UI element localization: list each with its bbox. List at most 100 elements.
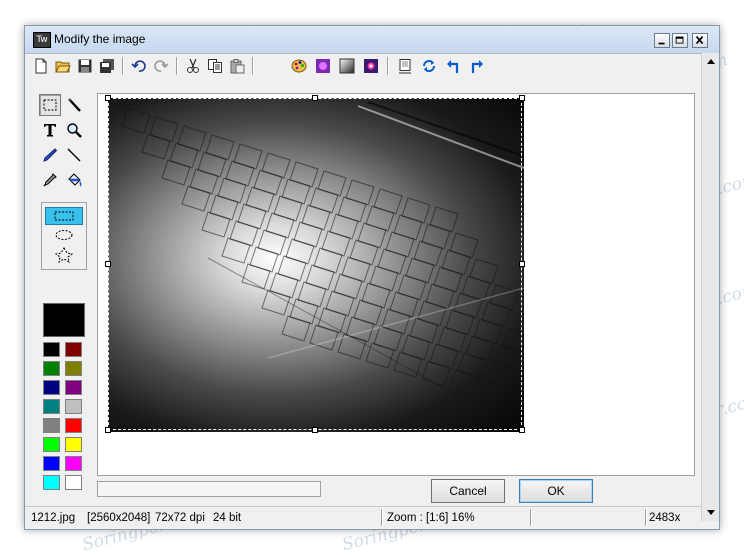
status-filename: 1212.jpg	[31, 512, 76, 524]
shape-ellipse-option[interactable]	[45, 226, 83, 244]
resize-handle[interactable]	[105, 95, 111, 101]
rotate-left-icon	[447, 60, 459, 73]
ellipse-shape-icon	[55, 230, 73, 240]
minimize-button[interactable]	[654, 33, 670, 48]
palette-button[interactable]	[289, 56, 309, 76]
cut-icon	[187, 58, 199, 73]
palette-icon	[291, 59, 307, 73]
rotate-left-button[interactable]	[443, 56, 463, 76]
colorize-button[interactable]	[361, 56, 381, 76]
color-swatch[interactable]	[43, 475, 60, 490]
effects-button[interactable]	[313, 56, 333, 76]
fill-bucket-icon	[68, 173, 82, 187]
scroll-up-button[interactable]	[702, 53, 719, 70]
eyedropper-icon	[43, 173, 57, 187]
selection-rectangle[interactable]	[108, 98, 522, 430]
ok-button[interactable]: OK	[519, 479, 593, 503]
window-title: Modify the image	[54, 32, 146, 46]
line-icon	[67, 148, 81, 162]
color-swatch[interactable]	[65, 437, 82, 452]
save-button[interactable]	[75, 56, 95, 76]
scroll-down-button[interactable]	[702, 504, 719, 521]
pencil-tool[interactable]	[39, 144, 61, 166]
modify-image-window: Tw Modify the image Cancel OK 1212.jpg […	[24, 25, 720, 530]
status-dpi: 72x72 dpi	[155, 512, 205, 524]
rect-select-tool[interactable]	[39, 94, 61, 116]
resize-icon	[399, 59, 411, 74]
line-tool[interactable]	[63, 144, 85, 166]
zoom-tool[interactable]	[63, 119, 85, 141]
status-dimensions: [2560x2048]	[87, 512, 151, 524]
effects-icon	[316, 59, 330, 73]
maximize-button[interactable]	[672, 33, 688, 48]
resize-button[interactable]	[395, 56, 415, 76]
resize-handle[interactable]	[105, 261, 111, 267]
vertical-scrollbar[interactable]	[701, 53, 719, 521]
app-icon: Tw	[33, 32, 51, 48]
close-button[interactable]	[692, 33, 708, 48]
resize-handle[interactable]	[105, 427, 111, 433]
open-button[interactable]	[53, 56, 73, 76]
color-swatch[interactable]	[43, 399, 60, 414]
arrow-down-icon	[706, 510, 715, 515]
color-swatch[interactable]	[43, 437, 60, 452]
cancel-button[interactable]: Cancel	[431, 479, 505, 503]
pencil-icon	[43, 148, 58, 162]
resize-handle[interactable]	[519, 261, 525, 267]
status-bar: 1212.jpg [2560x2048] 72x72 dpi 24 bit Zo…	[25, 506, 701, 529]
text-tool[interactable]	[39, 119, 61, 141]
color-swatch[interactable]	[43, 456, 60, 471]
color-swatch[interactable]	[65, 475, 82, 490]
current-color[interactable]	[43, 303, 85, 337]
shape-freeform-option[interactable]	[45, 246, 83, 264]
freeform-shape-icon	[54, 247, 74, 263]
new-button[interactable]	[31, 56, 51, 76]
color-swatch[interactable]	[65, 399, 82, 414]
color-swatch[interactable]	[65, 380, 82, 395]
rotate-right-icon	[471, 60, 483, 73]
open-folder-icon	[55, 61, 71, 73]
shape-rectangle-option[interactable]	[45, 207, 83, 225]
zoom-icon	[67, 123, 82, 138]
color-swatch[interactable]	[43, 380, 60, 395]
title-bar[interactable]: Tw Modify the image	[25, 26, 719, 54]
undo-icon	[131, 60, 146, 72]
rotate-right-button[interactable]	[467, 56, 487, 76]
color-swatch[interactable]	[65, 342, 82, 357]
save-all-button[interactable]	[97, 56, 117, 76]
color-swatch[interactable]	[65, 361, 82, 376]
copy-button[interactable]	[205, 56, 225, 76]
rotate-icon	[423, 60, 435, 72]
rotate-button[interactable]	[419, 56, 439, 76]
color-swatch[interactable]	[43, 361, 60, 376]
cut-button[interactable]	[183, 56, 203, 76]
resize-handle[interactable]	[312, 427, 318, 433]
resize-handle[interactable]	[519, 427, 525, 433]
eyedropper-tool[interactable]	[39, 169, 61, 191]
resize-handle[interactable]	[519, 95, 525, 101]
undo-button[interactable]	[129, 56, 149, 76]
arrow-up-icon	[706, 59, 715, 64]
paste-button[interactable]	[227, 56, 247, 76]
brush-tool[interactable]	[63, 94, 85, 116]
image-canvas[interactable]	[97, 93, 695, 476]
fill-bucket-tool[interactable]	[63, 169, 85, 191]
rectangle-shape-icon	[54, 211, 74, 221]
pencil-thin-icon	[68, 98, 81, 112]
shape-options-panel	[41, 202, 87, 270]
color-swatch[interactable]	[65, 418, 82, 433]
save-icon	[78, 59, 92, 73]
redo-button[interactable]	[151, 56, 171, 76]
resize-handle[interactable]	[312, 95, 318, 101]
toolbox	[35, 92, 87, 490]
grayscale-button[interactable]	[337, 56, 357, 76]
colorize-icon	[364, 59, 378, 73]
color-swatch[interactable]	[43, 418, 60, 433]
new-icon	[35, 58, 47, 74]
text-icon	[44, 124, 56, 137]
close-icon	[695, 36, 704, 45]
color-swatch[interactable]	[43, 342, 60, 357]
save-all-icon	[100, 59, 114, 73]
color-swatch[interactable]	[65, 456, 82, 471]
status-extra: 2483x	[649, 512, 681, 524]
